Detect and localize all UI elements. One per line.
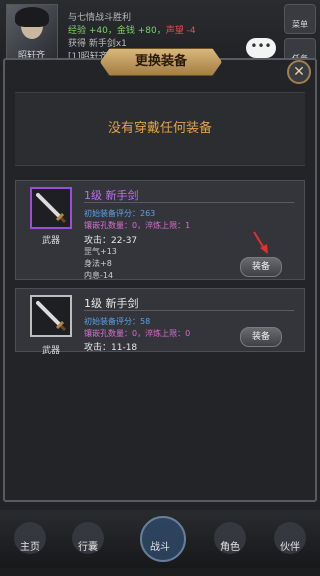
- log-line: 与七情战斗胜利: [68, 13, 132, 23]
- divider: [84, 310, 294, 311]
- nav-bag[interactable]: 行囊: [64, 520, 112, 560]
- chat-bubble-icon[interactable]: •••: [246, 38, 276, 58]
- nav-partner[interactable]: 伙伴: [266, 520, 314, 560]
- item-stat: 内息-14: [84, 271, 114, 280]
- nav-home[interactable]: 主页: [6, 520, 54, 560]
- nav-character[interactable]: 角色: [206, 520, 254, 560]
- hint-arrow-icon: [253, 231, 268, 254]
- item-slots: 镶嵌孔数量：0，淬炼上限：0: [84, 329, 191, 338]
- sword-icon[interactable]: [30, 295, 72, 337]
- item-slots: 镶嵌孔数量：0，淬炼上限：1: [84, 221, 191, 230]
- close-icon[interactable]: ✕: [287, 60, 311, 84]
- menu-button[interactable]: 菜单: [284, 4, 316, 34]
- item-name: 1级 新手剑: [84, 189, 139, 202]
- item-stat: 罡气+13: [84, 247, 117, 256]
- battle-icon: [140, 516, 186, 562]
- log-gold: 金钱 +80，: [116, 26, 166, 36]
- item-type-label: 武器: [41, 346, 60, 356]
- equip-button[interactable]: 装备: [240, 257, 282, 277]
- item-rating: 初始装备评分：58: [84, 317, 151, 326]
- item-name: 1级 新手剑: [84, 297, 139, 310]
- nav-label: 伙伴: [280, 542, 300, 553]
- log-reputation: 声望 -4: [165, 26, 196, 36]
- item-rating: 初始装备评分：263: [84, 209, 156, 218]
- item-attack: 攻击：11-18: [84, 343, 138, 353]
- item-attack: 攻击：22-37: [84, 236, 138, 246]
- sword-icon[interactable]: [30, 187, 72, 229]
- menu-label: 菜单: [292, 20, 308, 29]
- nav-label: 主页: [20, 542, 40, 553]
- current-equipment-empty: 没有穿戴任何装备: [15, 92, 305, 166]
- nav-label: 行囊: [78, 542, 98, 553]
- nav-label: 角色: [220, 542, 240, 553]
- equip-button[interactable]: 装备: [240, 327, 282, 347]
- nav-battle[interactable]: 战斗: [136, 516, 186, 562]
- divider: [84, 202, 294, 203]
- log-exp: 经验 +40，: [68, 26, 117, 36]
- dialog-title: 更换装备: [100, 48, 222, 76]
- item-type-label: 武器: [41, 236, 60, 246]
- item-stat: 身法+8: [84, 259, 112, 268]
- log-line-rewards: 经验 +40，金钱 +80，声望 -4: [68, 25, 196, 38]
- nav-label: 战斗: [150, 542, 170, 553]
